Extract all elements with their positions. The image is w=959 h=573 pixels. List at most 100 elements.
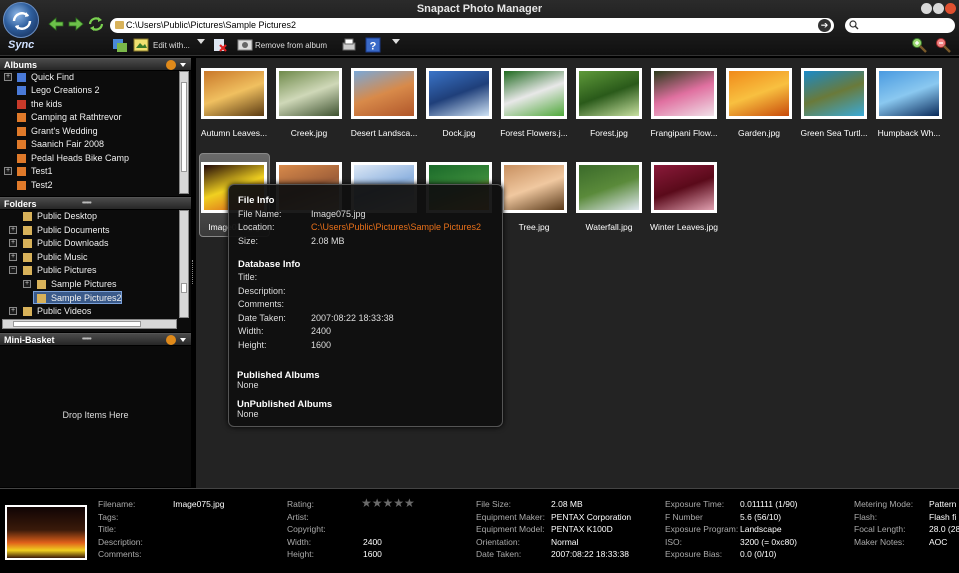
width-value: 2400 — [363, 537, 382, 547]
forward-arrow-icon[interactable] — [67, 15, 85, 33]
minimize-button[interactable] — [921, 3, 932, 14]
refresh-icon[interactable] — [87, 15, 105, 33]
remove-from-album-icon[interactable] — [237, 37, 253, 53]
search-input[interactable] — [845, 18, 955, 33]
address-bar[interactable]: C:\Users\Public\Pictures\Sample Pictures… — [110, 18, 834, 33]
location-label: Location: — [238, 222, 275, 232]
folders-scrollbar[interactable] — [179, 210, 189, 318]
album-item-the-kids[interactable]: the kids — [0, 98, 176, 111]
scrollbar-thumb[interactable] — [181, 82, 187, 172]
sync-label: Sync — [8, 39, 35, 51]
expand-icon[interactable]: + — [9, 226, 17, 234]
albums-scrollbar[interactable] — [179, 71, 189, 194]
height-value: 1600 — [311, 340, 332, 350]
close-button[interactable] — [945, 3, 956, 14]
exposure-program-value: Landscape — [740, 524, 782, 534]
edit-with-dropdown-icon[interactable] — [197, 39, 205, 44]
folder-item-public-music[interactable]: + Public Music — [0, 251, 176, 264]
artist-label: Artist: — [287, 512, 309, 522]
mini-basket-dropdown-icon[interactable] — [180, 338, 186, 342]
file-name-value: Image075.jpg — [311, 209, 366, 219]
expand-icon[interactable]: + — [4, 167, 12, 175]
photo-thumbnail[interactable] — [501, 162, 567, 213]
photo-thumbnail[interactable] — [876, 68, 942, 119]
exposure-bias-label: Exposure Bias: — [665, 549, 723, 559]
photo-thumbnail[interactable] — [426, 68, 492, 119]
title-label: Title: — [238, 272, 258, 282]
remove-from-album-button[interactable]: Remove from album — [255, 41, 327, 50]
more-dropdown-icon[interactable] — [392, 39, 400, 44]
album-item-lego-creations-2[interactable]: Lego Creations 2 — [0, 84, 176, 97]
folder-item-public-downloads[interactable]: + Public Downloads — [0, 237, 176, 250]
album-item-pedal-heads[interactable]: Pedal Heads Bike Camp — [0, 152, 176, 165]
edit-with-icon[interactable] — [133, 37, 149, 53]
photo-thumbnail[interactable] — [726, 68, 792, 119]
albums-menu-dropdown-icon[interactable] — [180, 63, 186, 67]
file-info-heading: File Info — [238, 195, 275, 206]
photo-thumbnail[interactable] — [501, 68, 567, 119]
resize-grip-icon[interactable]: •••••• — [82, 334, 92, 346]
batch-edit-icon[interactable] — [112, 37, 128, 53]
photo-caption: Waterfall.jpg — [585, 222, 633, 232]
folder-item-sample-pictures2[interactable]: Sample Pictures2 — [33, 291, 122, 304]
folder-item-public-videos[interactable]: + Public Videos — [0, 305, 176, 318]
folder-item-public-documents[interactable]: + Public Documents — [0, 224, 176, 237]
maximize-button[interactable] — [933, 3, 944, 14]
back-arrow-icon[interactable] — [47, 15, 65, 33]
expand-icon[interactable]: + — [9, 307, 17, 315]
albums-settings-gear-icon[interactable] — [166, 60, 176, 70]
photo-thumbnail[interactable] — [276, 68, 342, 119]
delete-icon[interactable] — [212, 37, 228, 53]
zoom-in-icon[interactable] — [911, 37, 927, 53]
album-item-test2[interactable]: Test2 — [0, 179, 176, 192]
folder-item-sample-pictures[interactable]: + Sample Pictures — [0, 278, 176, 291]
help-icon[interactable]: ? — [365, 37, 381, 53]
database-info-heading: Database Info — [238, 259, 301, 270]
photo-thumbnail[interactable] — [651, 68, 717, 119]
mini-basket-settings-gear-icon[interactable] — [166, 335, 176, 345]
folders-horizontal-scrollbar[interactable] — [2, 319, 177, 329]
orientation-label: Orientation: — [476, 537, 520, 547]
zoom-out-icon[interactable] — [935, 37, 951, 53]
photo-caption: Green Sea Turtl... — [800, 128, 868, 138]
photo-thumbnail[interactable] — [351, 68, 417, 119]
flash-value: Flash fi — [929, 512, 957, 522]
expand-icon[interactable]: + — [9, 253, 17, 261]
expand-icon[interactable]: + — [9, 239, 17, 247]
mini-basket-drop-zone[interactable]: Drop Items Here — [0, 346, 191, 487]
folder-icon — [23, 307, 32, 316]
height-value: 1600 — [363, 549, 382, 559]
description-label: Description: — [98, 537, 143, 547]
panel-splitter[interactable] — [192, 260, 194, 284]
scrollbar-thumb[interactable] — [13, 321, 141, 327]
album-item-camping[interactable]: Camping at Rathtrevor — [0, 111, 176, 124]
expand-icon[interactable]: + — [4, 73, 12, 81]
photo-thumbnail[interactable] — [576, 162, 642, 213]
resize-grip-icon[interactable]: •••••• — [82, 198, 92, 210]
rating-stars[interactable]: ★★★★★ — [361, 496, 415, 510]
folder-item-public-pictures[interactable]: − Public Pictures — [0, 264, 176, 277]
album-item-test1[interactable]: + Test1 — [0, 165, 176, 178]
album-item-grants-wedding[interactable]: Grant's Wedding — [0, 125, 176, 138]
go-arrow-icon[interactable]: ➔ — [818, 19, 831, 32]
scrollbar-thumb[interactable] — [181, 283, 187, 293]
file-size-label: File Size: — [476, 499, 511, 509]
album-item-quick-find[interactable]: + Quick Find — [0, 71, 176, 84]
photo-thumbnail-image — [804, 71, 864, 116]
photo-thumbnail[interactable] — [201, 68, 267, 119]
print-icon[interactable] — [341, 37, 357, 53]
folder-item-public-desktop[interactable]: Public Desktop — [0, 210, 176, 223]
photo-thumbnail-image — [429, 71, 489, 116]
photo-thumbnail[interactable] — [576, 68, 642, 119]
preview-thumbnail[interactable] — [5, 505, 87, 560]
expand-icon[interactable]: + — [23, 280, 31, 288]
photo-thumbnail[interactable] — [651, 162, 717, 213]
collapse-icon[interactable]: − — [9, 266, 17, 274]
album-item-saanich-fair[interactable]: Saanich Fair 2008 — [0, 138, 176, 151]
photo-thumbnail[interactable] — [801, 68, 867, 119]
mini-basket-header: Mini-Basket •••••• — [0, 333, 191, 345]
edit-with-button[interactable]: Edit with... — [153, 41, 190, 50]
filename-label: Filename: — [98, 499, 136, 509]
photo-caption: Creek.jpg — [290, 128, 328, 138]
copyright-label: Copyright: — [287, 524, 326, 534]
